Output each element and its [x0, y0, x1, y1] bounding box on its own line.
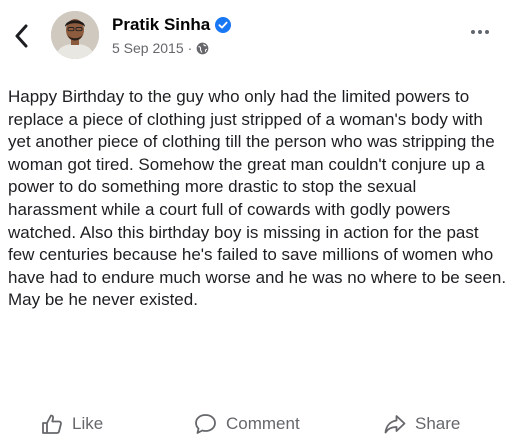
comment-label: Comment	[226, 413, 300, 433]
chevron-left-icon	[15, 24, 28, 48]
comment-icon	[195, 413, 216, 434]
post-meta: 5 Sep 2015 ·	[112, 40, 209, 56]
comment-button[interactable]: Comment	[193, 408, 300, 439]
back-button[interactable]	[10, 22, 32, 50]
author-name[interactable]: Pratik Sinha	[112, 15, 210, 35]
post-date[interactable]: 5 Sep 2015	[112, 40, 184, 56]
more-options-button[interactable]	[471, 30, 489, 34]
globe-icon	[196, 42, 209, 54]
avatar[interactable]	[51, 11, 99, 59]
profile-photo	[51, 11, 99, 59]
like-label: Like	[72, 413, 104, 433]
author-name-row: Pratik Sinha	[112, 15, 232, 35]
share-icon	[384, 414, 406, 433]
like-button[interactable]: Like	[40, 408, 103, 439]
thumbs-up-icon	[42, 414, 62, 434]
share-button[interactable]: Share	[383, 408, 460, 439]
facebook-post: Pratik Sinha 5 Sep 2015 · Happy Birthday…	[0, 0, 515, 439]
meta-separator: ·	[187, 40, 193, 56]
share-label: Share	[415, 413, 461, 433]
verified-badge-icon	[215, 17, 232, 33]
more-horizontal-icon	[471, 30, 475, 34]
post-text: Happy Birthday to the guy who only had t…	[8, 87, 507, 310]
more-dot	[478, 30, 482, 34]
post-actions-bar: Like Comment Share	[0, 408, 515, 439]
more-dot	[485, 30, 489, 34]
